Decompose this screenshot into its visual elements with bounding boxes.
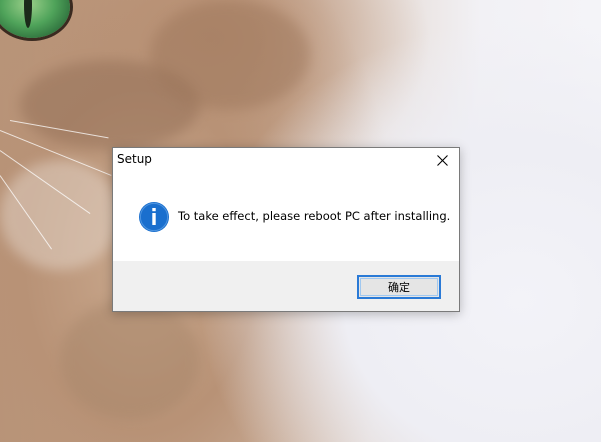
wallpaper-fur-shade — [150, 0, 310, 110]
wallpaper-fur-shade — [60, 300, 200, 420]
dialog-message: To take effect, please reboot PC after i… — [178, 209, 451, 223]
wallpaper-fur-light — [0, 160, 120, 270]
dialog-title: Setup — [117, 152, 152, 166]
dialog-titlebar[interactable]: Setup — [113, 148, 459, 172]
setup-dialog: Setup To take effect, please reboot PC a… — [112, 147, 460, 312]
close-icon — [436, 154, 448, 166]
dialog-content: To take effect, please reboot PC after i… — [113, 172, 459, 261]
ok-button-focus-ring — [360, 278, 438, 296]
close-button[interactable] — [425, 148, 459, 172]
desktop-wallpaper: Setup To take effect, please reboot PC a… — [0, 0, 601, 442]
cat-eye — [0, 0, 70, 38]
dialog-footer: 确定 — [113, 261, 459, 311]
cat-eye-pupil — [24, 0, 32, 28]
ok-button[interactable]: 确定 — [357, 275, 441, 299]
info-icon — [139, 202, 169, 232]
